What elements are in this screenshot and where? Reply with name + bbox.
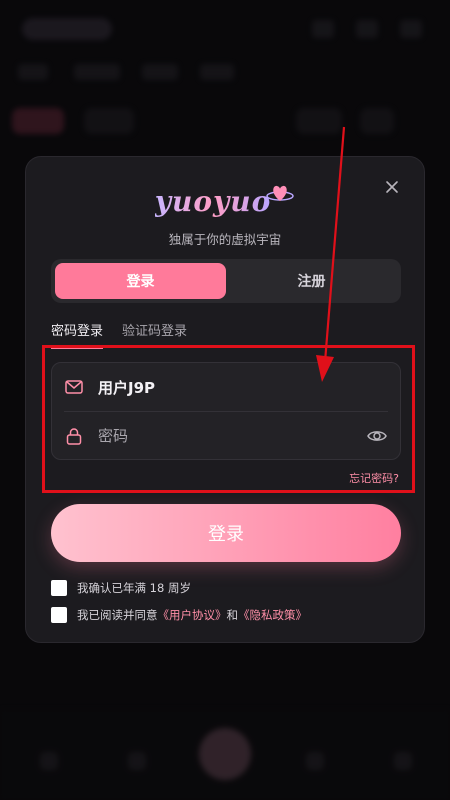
- age-label: 我确认已年满 18 周岁: [77, 581, 191, 595]
- terms-label: 我已阅读并同意《用户协议》和《隐私政策》: [77, 607, 307, 623]
- auth-tabs: 登录 注册: [51, 259, 401, 303]
- tagline: 独属于你的虚拟宇宙: [168, 232, 282, 247]
- tab-register[interactable]: 注册: [226, 263, 397, 299]
- terms-and: 和: [226, 608, 239, 622]
- annotation-highlight-box: [42, 345, 415, 493]
- terms-row: 我已阅读并同意《用户协议》和《隐私政策》: [51, 607, 307, 623]
- terms-checkbox[interactable]: [51, 607, 67, 623]
- age-confirm-row: 我确认已年满 18 周岁: [51, 580, 191, 596]
- planet-heart-icon: [266, 185, 295, 201]
- brand-logo: yuoyuo: [26, 177, 424, 225]
- tab-login[interactable]: 登录: [55, 263, 226, 299]
- privacy-policy-link[interactable]: 《隐私政策》: [238, 608, 307, 622]
- login-button[interactable]: 登录: [51, 504, 401, 562]
- age-checkbox[interactable]: [51, 580, 67, 596]
- logo-text: yuoyuo: [154, 184, 272, 218]
- terms-prefix: 我已阅读并同意: [77, 608, 158, 622]
- user-agreement-link[interactable]: 《用户协议》: [158, 608, 227, 622]
